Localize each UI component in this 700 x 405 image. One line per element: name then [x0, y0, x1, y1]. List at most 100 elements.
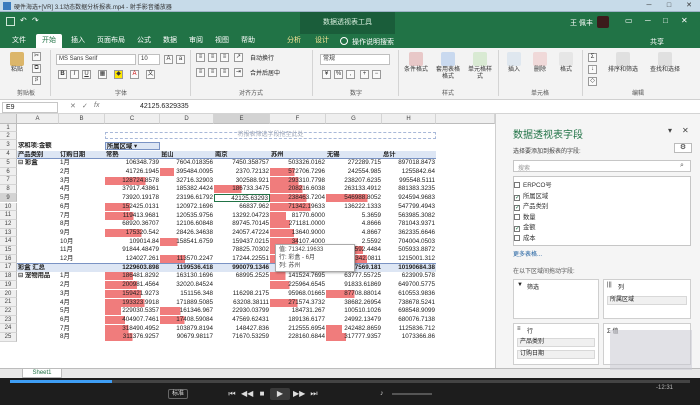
- row-header[interactable]: 2: [0, 132, 17, 140]
- columns-area[interactable]: ||| 列 所属区域: [603, 279, 691, 319]
- month-cell[interactable]: 8月: [59, 220, 105, 228]
- avatar[interactable]: [597, 16, 609, 28]
- value-cell[interactable]: 23196.61792: [160, 194, 214, 202]
- region-header[interactable]: 苏州: [270, 151, 326, 159]
- tab-help[interactable]: 帮助: [236, 34, 260, 48]
- share-button[interactable]: 共享: [650, 37, 664, 47]
- row-header[interactable]: 21: [0, 298, 17, 307]
- value-cell[interactable]: 271574.3732: [270, 298, 326, 307]
- region-header[interactable]: 常熟: [105, 151, 160, 159]
- wrap-text-button[interactable]: 自动换行: [250, 53, 274, 62]
- tab-review[interactable]: 审阅: [184, 34, 208, 48]
- month-cell[interactable]: 5月: [59, 307, 105, 315]
- ribbon-display-icon[interactable]: ▭: [625, 16, 633, 25]
- value-cell[interactable]: 68920.36707: [105, 220, 160, 228]
- tab-design[interactable]: 设计: [310, 34, 334, 48]
- align-left-icon[interactable]: ≡: [196, 68, 205, 77]
- value-cell[interactable]: 225964.6545: [270, 281, 326, 290]
- value-cell[interactable]: 212555.6954: [270, 325, 326, 333]
- value-cell[interactable]: 318490.4952: [105, 324, 160, 333]
- value-cell[interactable]: 71670.53259: [214, 333, 270, 341]
- value-cell[interactable]: 151156.348: [160, 290, 214, 298]
- row-header[interactable]: 23: [0, 315, 17, 325]
- column-header[interactable]: G: [326, 114, 382, 124]
- value-cell[interactable]: 395484.0095: [160, 168, 214, 176]
- value-cell[interactable]: 42125.63293: [214, 194, 270, 203]
- total-cell[interactable]: 1215001.312: [382, 255, 436, 263]
- tab-formulas[interactable]: 公式: [132, 34, 156, 48]
- value-cell[interactable]: 63208.38111: [214, 299, 270, 307]
- value-cell[interactable]: 90679.98117: [160, 333, 214, 341]
- row-header[interactable]: 9: [0, 193, 17, 203]
- value-cell[interactable]: 293310.7798: [270, 176, 326, 185]
- value-cell[interactable]: 87708.88014: [326, 289, 382, 298]
- volume-icon[interactable]: ♪: [380, 390, 388, 398]
- rows-area[interactable]: ≡ 行 产品类别 订购日期: [513, 323, 599, 365]
- more-tables-link[interactable]: 更多表格...: [513, 249, 542, 258]
- value-cell[interactable]: 163130.1696: [160, 272, 214, 280]
- row-header[interactable]: 19: [0, 280, 17, 290]
- value-cell[interactable]: 7450.358757: [214, 159, 270, 167]
- value-cell[interactable]: 24057.47224: [214, 229, 270, 237]
- month-cell[interactable]: 5月: [59, 194, 105, 202]
- value-cell[interactable]: 404907.7461: [105, 315, 160, 324]
- month-cell[interactable]: 9月: [59, 229, 105, 237]
- tab-insert[interactable]: 插入: [66, 34, 90, 48]
- checked-checkbox-icon[interactable]: ✓: [514, 194, 520, 201]
- value-cell[interactable]: 263133.4912: [326, 185, 382, 193]
- seek-bar[interactable]: [10, 380, 690, 383]
- previous-button[interactable]: ⏮: [226, 388, 238, 400]
- total-cell[interactable]: 547799.4943: [382, 203, 436, 211]
- conditional-format-button[interactable]: 条件格式: [402, 52, 430, 74]
- increase-decimal-icon[interactable]: +: [360, 70, 369, 79]
- column-field-button[interactable]: 所属区域 ▾: [105, 142, 160, 150]
- value-cell[interactable]: 81770.6000: [270, 211, 326, 220]
- italic-icon[interactable]: I: [70, 70, 79, 79]
- value-cell[interactable]: 91844.48479: [105, 246, 160, 254]
- enter-icon[interactable]: ✓: [82, 102, 88, 110]
- column-header[interactable]: A: [17, 114, 59, 124]
- row-header[interactable]: 18: [0, 272, 17, 281]
- value-cell[interactable]: 185382.4424: [160, 185, 214, 193]
- field-item[interactable]: ✓ 产品类别: [514, 201, 548, 211]
- field-item[interactable]: ✓ 金额: [514, 222, 536, 232]
- month-cell[interactable]: 1月: [59, 272, 105, 280]
- total-cell[interactable]: 1125836.712: [382, 325, 436, 333]
- total-cell[interactable]: 924594.9683: [382, 194, 436, 202]
- total-cell[interactable]: 680076.7138: [382, 316, 436, 324]
- value-cell[interactable]: 546988.8052: [326, 194, 382, 203]
- value-cell[interactable]: 116298.2175: [214, 290, 270, 298]
- total-header[interactable]: 总计: [382, 151, 436, 159]
- month-cell[interactable]: 3月: [59, 177, 105, 185]
- clear-icon[interactable]: ◇: [588, 77, 597, 86]
- value-cell[interactable]: 109014.84: [105, 238, 160, 246]
- borders-icon[interactable]: ▦: [98, 70, 107, 79]
- row-header[interactable]: 8: [0, 185, 17, 194]
- value-cell[interactable]: 12106.60848: [160, 220, 214, 228]
- value-cell[interactable]: 103879.8194: [160, 325, 214, 333]
- filters-area[interactable]: ▼ 筛选: [513, 279, 599, 319]
- value-cell[interactable]: 124027.261: [105, 255, 160, 263]
- month-cell[interactable]: 2月: [59, 281, 105, 289]
- row-header[interactable]: 14: [0, 237, 17, 246]
- total-cell[interactable]: 505933.8872: [382, 246, 436, 254]
- value-cell[interactable]: 2370.72132: [214, 168, 270, 176]
- column-header[interactable]: E: [214, 114, 270, 124]
- delete-cells-button[interactable]: 删除: [528, 52, 552, 74]
- window-restore-icon[interactable]: □: [663, 16, 668, 25]
- value-cell[interactable]: 161346.967: [160, 307, 214, 316]
- value-cell[interactable]: 95968.01665: [270, 290, 326, 298]
- insert-cells-button[interactable]: 插入: [502, 52, 526, 74]
- value-cell[interactable]: 100510.1026: [326, 307, 382, 315]
- value-cell[interactable]: 120972.1696: [160, 203, 214, 211]
- total-cell[interactable]: 704004.0503: [382, 238, 436, 246]
- subtotal-label[interactable]: 彩盒 汇总: [17, 264, 105, 272]
- cancel-icon[interactable]: ✕: [70, 102, 76, 110]
- paste-button[interactable]: 粘贴: [6, 52, 28, 74]
- sum-label[interactable]: 求和项:金额: [17, 142, 105, 150]
- value-cell[interactable]: 184731.267: [270, 307, 326, 315]
- currency-icon[interactable]: ¥: [322, 70, 331, 79]
- gear-icon[interactable]: ⚙: [674, 143, 692, 153]
- value-cell[interactable]: 186481.8292: [105, 272, 160, 281]
- value-cell[interactable]: 13292.04723: [214, 212, 270, 220]
